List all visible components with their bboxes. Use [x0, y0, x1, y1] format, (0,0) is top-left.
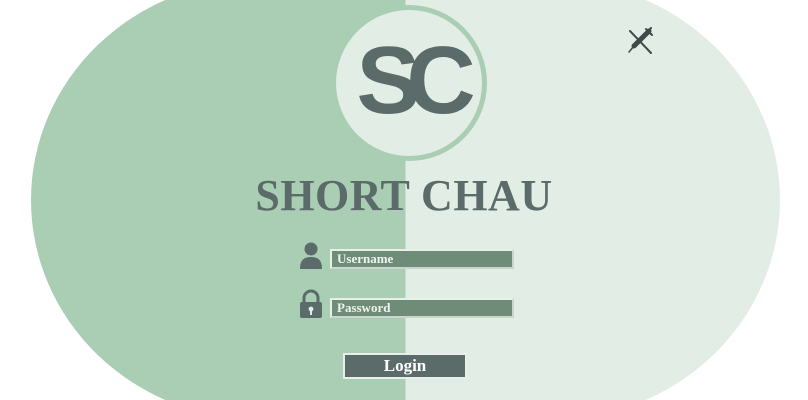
logo-letters: SC — [356, 27, 473, 134]
login-button[interactable]: Login — [343, 353, 467, 379]
login-window: SC SHORT CHAU Login — [0, 0, 808, 400]
brand-title: SHORT CHAU — [255, 171, 553, 220]
username-field[interactable] — [330, 249, 514, 269]
syringe-close-icon[interactable] — [625, 27, 655, 57]
password-field[interactable] — [330, 298, 514, 318]
lock-icon — [300, 289, 322, 318]
logo: SC — [356, 27, 482, 134]
user-icon — [300, 242, 322, 269]
